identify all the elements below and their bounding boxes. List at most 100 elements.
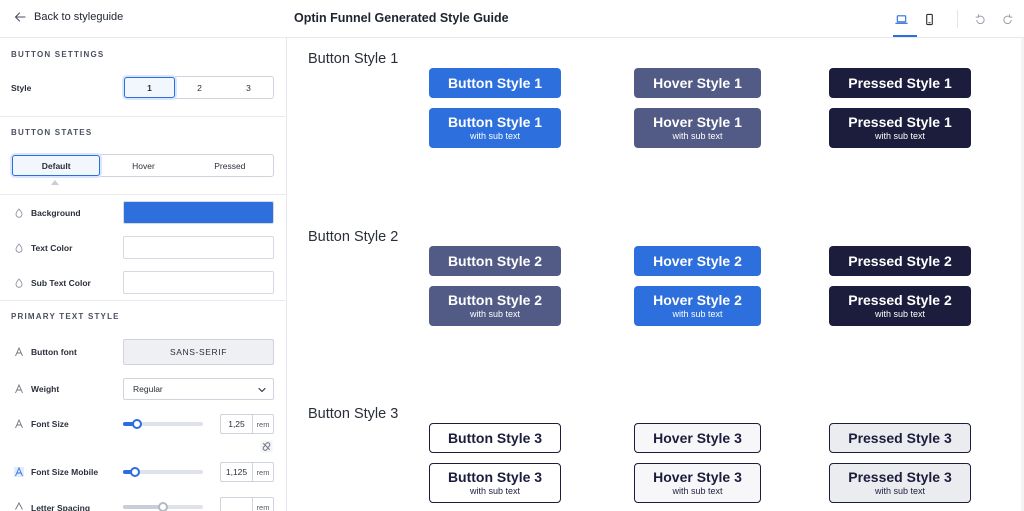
slider-handle[interactable] bbox=[132, 419, 142, 429]
font-size-slider[interactable] bbox=[123, 419, 203, 429]
letter-spacing-icon bbox=[15, 502, 23, 510]
preview-default-button[interactable]: Button Style 1 bbox=[429, 68, 561, 98]
button-text: Hover Style 1 bbox=[653, 74, 742, 91]
preview-pressed-button[interactable]: Pressed Style 2 bbox=[829, 246, 971, 276]
letter-spacing-slider[interactable] bbox=[123, 502, 203, 511]
preview-hover-button[interactable]: Hover Style 1 with sub text bbox=[634, 108, 761, 148]
button-text: Pressed Style 1 bbox=[848, 74, 952, 91]
button-font-label: Button font bbox=[31, 347, 77, 357]
chevron-down-icon bbox=[258, 387, 266, 393]
weight-value: Regular bbox=[133, 384, 163, 394]
preview-hover-button[interactable]: Hover Style 1 bbox=[634, 68, 761, 98]
font-size-mobile-slider[interactable] bbox=[123, 467, 203, 477]
font-icon bbox=[15, 347, 23, 357]
back-label: Back to styleguide bbox=[34, 11, 124, 23]
weight-select[interactable]: Regular bbox=[123, 378, 274, 400]
button-text: Button Style 3 bbox=[447, 429, 543, 446]
button-sub-text: with sub text bbox=[874, 131, 926, 141]
button-sub-text: with sub text bbox=[469, 486, 521, 496]
section-divider bbox=[0, 194, 286, 195]
slider-handle[interactable] bbox=[158, 502, 168, 511]
slider-handle[interactable] bbox=[130, 467, 140, 477]
preview-default-button[interactable]: Button Style 3 bbox=[429, 423, 561, 453]
button-sub-text: with sub text bbox=[469, 309, 521, 319]
preview-default-button[interactable]: Button Style 1 with sub text bbox=[429, 108, 561, 148]
back-to-styleguide-link[interactable]: Back to styleguide bbox=[14, 11, 123, 23]
font-size-mobile-label: Font Size Mobile bbox=[31, 467, 99, 477]
undo-icon bbox=[975, 13, 985, 24]
mobile-icon bbox=[925, 13, 933, 25]
section-divider bbox=[0, 116, 286, 117]
font-icon bbox=[15, 384, 23, 394]
weight-label: Weight bbox=[31, 384, 60, 394]
button-settings-heading: BUTTON SETTINGS bbox=[11, 50, 105, 59]
button-states-heading: BUTTON STATES bbox=[11, 128, 93, 137]
button-sub-text: with sub text bbox=[672, 309, 723, 319]
button-text: Hover Style 1 bbox=[653, 114, 742, 130]
button-state-tabs: Default Hover Pressed bbox=[11, 154, 274, 177]
button-sub-text: with sub text bbox=[672, 131, 723, 141]
button-text: Pressed Style 2 bbox=[848, 252, 952, 269]
style-option-1[interactable]: 1 bbox=[124, 77, 175, 98]
background-color-swatch[interactable] bbox=[123, 201, 274, 224]
preview-pressed-button[interactable]: Pressed Style 2 with sub text bbox=[829, 286, 971, 326]
font-size-mobile-input[interactable]: 1,125 rem bbox=[220, 462, 274, 482]
active-tab-caret bbox=[51, 180, 59, 185]
preview-pressed-button[interactable]: Pressed Style 1 bbox=[829, 68, 971, 98]
font-size-value[interactable]: 1,25 bbox=[221, 415, 253, 433]
button-text: Hover Style 3 bbox=[653, 469, 742, 485]
preview-hover-button[interactable]: Hover Style 3 with sub text bbox=[634, 463, 761, 503]
letter-spacing-unit: rem bbox=[256, 502, 270, 511]
font-size-unit: rem bbox=[256, 419, 270, 429]
text-color-swatch[interactable] bbox=[123, 236, 274, 259]
section-divider bbox=[0, 300, 286, 301]
page-title: Optin Funnel Generated Style Guide bbox=[294, 11, 509, 25]
tab-hover[interactable]: Hover bbox=[100, 155, 186, 176]
button-style-section-label: Button Style 2 bbox=[308, 229, 399, 245]
desktop-view-button[interactable] bbox=[890, 8, 912, 30]
button-sub-text: with sub text bbox=[874, 486, 926, 496]
button-text: Hover Style 2 bbox=[653, 252, 742, 269]
undo-button[interactable] bbox=[969, 8, 991, 30]
button-font-picker[interactable]: SANS-SERIF bbox=[123, 339, 274, 365]
style-option-2[interactable]: 2 bbox=[175, 77, 224, 98]
background-label: Background bbox=[31, 208, 81, 218]
preview-hover-button[interactable]: Hover Style 3 bbox=[634, 423, 761, 453]
letter-spacing-input[interactable]: rem bbox=[220, 497, 274, 511]
preview-pressed-button[interactable]: Pressed Style 1 with sub text bbox=[829, 108, 971, 148]
preview-pressed-button[interactable]: Pressed Style 3 bbox=[829, 423, 971, 453]
sub-text-color-swatch[interactable] bbox=[123, 271, 274, 294]
style-option-3[interactable]: 3 bbox=[224, 77, 273, 98]
color-drop-icon bbox=[15, 278, 23, 288]
link-broken-icon[interactable] bbox=[260, 440, 273, 453]
button-text: Button Style 2 bbox=[447, 292, 543, 308]
style-preview-canvas: Button Style 1 Button Style 1 Hover Style … bbox=[288, 38, 1024, 511]
primary-text-style-heading: PRIMARY TEXT STYLE bbox=[11, 312, 120, 321]
redo-button[interactable] bbox=[996, 8, 1018, 30]
tab-pressed[interactable]: Pressed bbox=[187, 155, 273, 176]
preview-hover-button[interactable]: Hover Style 2 with sub text bbox=[634, 286, 761, 326]
button-text: Pressed Style 3 bbox=[848, 469, 952, 485]
preview-default-button[interactable]: Button Style 2 with sub text bbox=[429, 286, 561, 326]
button-style-section-label: Button Style 1 bbox=[308, 51, 399, 67]
font-icon bbox=[15, 419, 23, 429]
color-drop-icon bbox=[15, 243, 23, 253]
font-icon bbox=[14, 467, 24, 477]
arrow-left-icon bbox=[14, 12, 26, 22]
preview-pressed-button[interactable]: Pressed Style 3 with sub text bbox=[829, 463, 971, 503]
text-color-label: Text Color bbox=[31, 243, 73, 253]
settings-sidebar: BUTTON SETTINGS Style 1 2 3 BUTTON STATE… bbox=[0, 38, 287, 511]
font-size-mobile-value[interactable]: 1,125 bbox=[221, 463, 253, 481]
button-text: Pressed Style 1 bbox=[848, 114, 952, 130]
preview-default-button[interactable]: Button Style 3 with sub text bbox=[429, 463, 561, 503]
preview-default-button[interactable]: Button Style 2 bbox=[429, 246, 561, 276]
button-text: Pressed Style 3 bbox=[848, 429, 952, 446]
button-text: Button Style 2 bbox=[447, 252, 543, 269]
letter-spacing-value[interactable] bbox=[221, 498, 253, 511]
font-size-input[interactable]: 1,25 rem bbox=[220, 414, 274, 434]
mobile-view-button[interactable] bbox=[918, 8, 940, 30]
top-bar: Back to styleguide Optin Funnel Generate… bbox=[0, 0, 1024, 38]
color-drop-icon bbox=[15, 208, 23, 218]
preview-hover-button[interactable]: Hover Style 2 bbox=[634, 246, 761, 276]
tab-default[interactable]: Default bbox=[12, 155, 101, 176]
